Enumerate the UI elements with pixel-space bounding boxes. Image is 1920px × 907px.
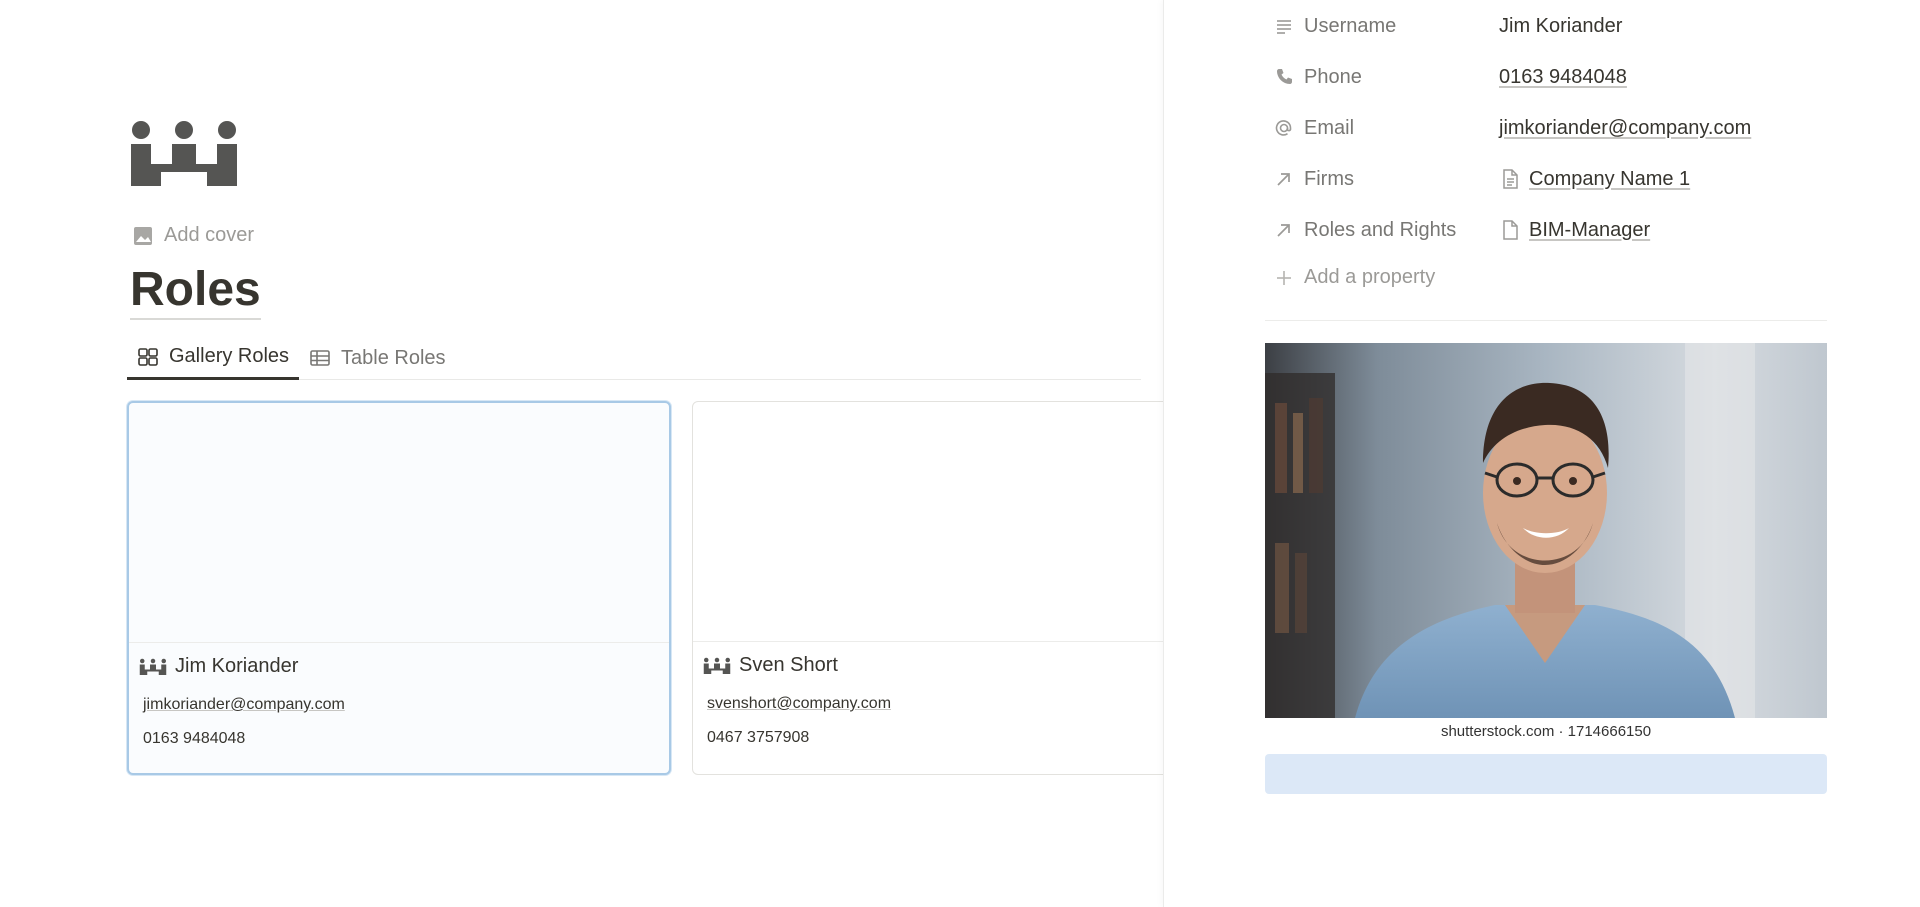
property-label: Roles and Rights bbox=[1274, 219, 1499, 242]
property-label: Username bbox=[1274, 15, 1499, 38]
gallery-card[interactable]: Sven Short svenshort@company.com 0467 37… bbox=[692, 401, 1236, 775]
plus-icon bbox=[1277, 270, 1291, 285]
gallery-card[interactable]: Jim Koriander jimkoriander@company.com 0… bbox=[127, 401, 671, 775]
card-email[interactable]: svenshort@company.com bbox=[707, 695, 891, 713]
property-firms[interactable]: Firms Company Name 1 bbox=[1274, 164, 1874, 194]
property-roles-and-rights[interactable]: Roles and Rights BIM-Manager bbox=[1274, 215, 1874, 245]
image-icon bbox=[134, 226, 152, 245]
tab-gallery-roles[interactable]: Gallery Roles bbox=[127, 336, 300, 380]
property-value[interactable]: Company Name 1 bbox=[1499, 168, 1690, 191]
property-value[interactable]: 0163 9484048 bbox=[1499, 66, 1627, 89]
relation-arrow-icon bbox=[1277, 224, 1290, 237]
portrait-image bbox=[1265, 343, 1827, 718]
side-peek-panel: Username Jim Koriander Phone 0163 948404… bbox=[1163, 0, 1920, 907]
add-property-button[interactable]: Add a property bbox=[1274, 266, 1435, 289]
property-username[interactable]: Username Jim Koriander bbox=[1274, 11, 1874, 41]
relation-link[interactable]: Company Name 1 bbox=[1529, 168, 1690, 191]
tab-label: Table Roles bbox=[341, 346, 446, 369]
card-phone: 0163 9484048 bbox=[143, 730, 246, 747]
relation-arrow-icon bbox=[1277, 173, 1290, 186]
card-name: Jim Koriander bbox=[175, 655, 299, 677]
property-value[interactable]: jimkoriander@company.com bbox=[1499, 117, 1751, 140]
page-title[interactable]: Roles bbox=[130, 262, 261, 320]
team-meeting-icon[interactable] bbox=[128, 118, 240, 186]
card-name: Sven Short bbox=[739, 654, 838, 676]
profile-photo[interactable]: shutterstock.com · 1714666150 bbox=[1265, 343, 1827, 746]
divider bbox=[1265, 320, 1827, 321]
photo-caption: shutterstock.com · 1714666150 bbox=[1265, 718, 1827, 746]
property-email[interactable]: Email jimkoriander@company.com bbox=[1274, 113, 1874, 143]
tab-table-roles[interactable]: Table Roles bbox=[299, 336, 456, 380]
team-meeting-icon bbox=[703, 657, 731, 674]
property-label: Email bbox=[1274, 117, 1499, 140]
relation-link[interactable]: BIM-Manager bbox=[1529, 219, 1650, 242]
text-lines-icon bbox=[1277, 20, 1291, 34]
page-icon bbox=[1503, 220, 1518, 240]
property-label-text: Username bbox=[1304, 14, 1397, 37]
page-icon bbox=[1503, 169, 1518, 189]
tab-label: Gallery Roles bbox=[169, 345, 290, 367]
team-meeting-icon bbox=[139, 658, 167, 675]
property-label: Firms bbox=[1274, 168, 1499, 191]
property-label-text: Email bbox=[1304, 116, 1355, 139]
table-icon bbox=[310, 350, 330, 366]
card-cover bbox=[693, 402, 1235, 642]
view-tabs: Gallery Roles Table Roles bbox=[127, 336, 1141, 380]
card-phone: 0467 3757908 bbox=[707, 729, 810, 746]
at-sign-icon bbox=[1275, 120, 1292, 136]
card-cover bbox=[129, 403, 669, 643]
card-title: Jim Koriander bbox=[129, 643, 669, 678]
add-cover-button[interactable]: Add cover bbox=[132, 224, 254, 247]
property-label-text: Roles and Rights bbox=[1304, 218, 1457, 241]
add-cover-label: Add cover bbox=[164, 224, 255, 246]
gallery-icon bbox=[138, 347, 158, 366]
property-label-text: Firms bbox=[1304, 167, 1354, 190]
card-title: Sven Short bbox=[693, 642, 1235, 677]
property-value[interactable]: Jim Koriander bbox=[1499, 15, 1622, 38]
property-phone[interactable]: Phone 0163 9484048 bbox=[1274, 62, 1874, 92]
property-label-text: Phone bbox=[1304, 65, 1362, 88]
phone-icon bbox=[1277, 69, 1292, 84]
photo-action-bar[interactable] bbox=[1265, 754, 1827, 794]
property-value[interactable]: BIM-Manager bbox=[1499, 219, 1650, 242]
add-property-label: Add a property bbox=[1304, 266, 1436, 288]
card-email[interactable]: jimkoriander@company.com bbox=[143, 696, 345, 714]
property-label: Phone bbox=[1274, 66, 1499, 89]
